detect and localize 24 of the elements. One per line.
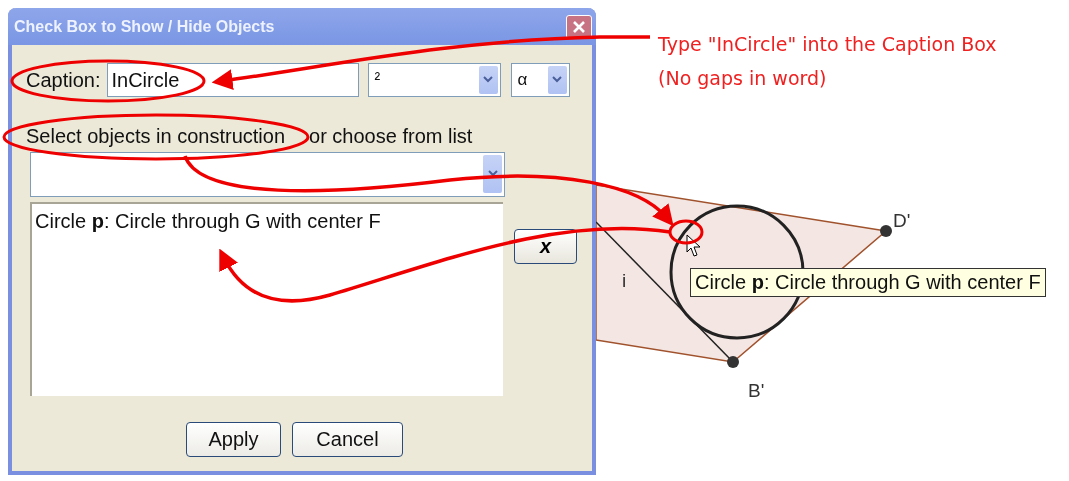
tooltip: Circle p: Circle through G with center F <box>690 268 1046 297</box>
apply-button[interactable]: Apply <box>186 422 281 457</box>
point-label: D' <box>893 210 911 232</box>
annotation-text: (No gaps in word) <box>658 66 828 91</box>
cursor-icon <box>686 234 702 258</box>
line-label: i <box>622 270 627 292</box>
list-item[interactable]: Circle p: Circle through G with center F <box>35 210 501 233</box>
chevron-icon <box>482 76 494 84</box>
annotation-text: Type "InCircle" into the Caption Box <box>658 32 997 57</box>
cancel-button[interactable]: Cancel <box>292 422 403 457</box>
point-label: B' <box>748 380 765 402</box>
object-dropdown[interactable] <box>30 152 505 197</box>
instruction-text: Select objects in construction <box>26 125 286 148</box>
symbol-dropdown[interactable]: ² <box>367 63 501 97</box>
close-button[interactable] <box>566 14 592 39</box>
instruction-text: or choose from list <box>309 125 473 148</box>
caption-label: Caption: <box>26 68 101 92</box>
greek-letter-dropdown[interactable]: α <box>510 63 570 97</box>
close-icon <box>571 18 587 35</box>
highlight-ellipse <box>668 219 704 245</box>
window-title: Check Box to Show / Hide Objects <box>14 17 275 36</box>
chevron-icon <box>551 76 563 84</box>
chevron-icon <box>486 170 499 178</box>
delete-button[interactable]: x <box>514 229 577 264</box>
